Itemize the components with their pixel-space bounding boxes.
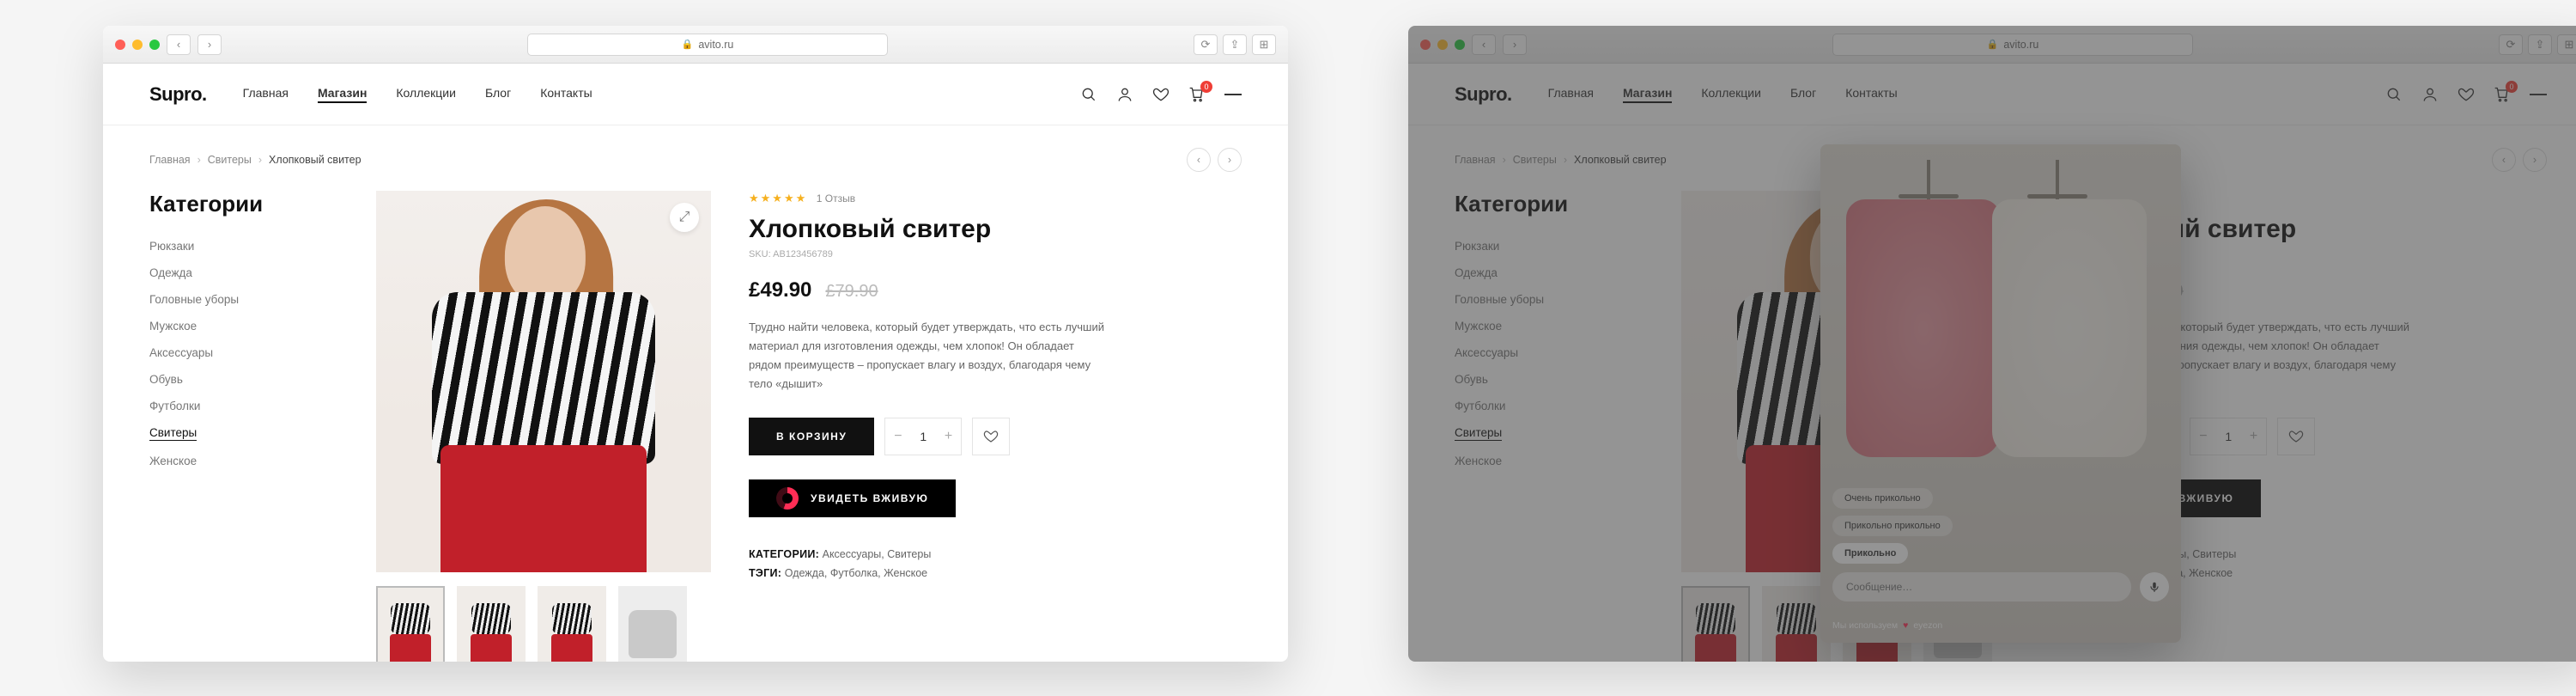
address-text: avito.ru xyxy=(698,39,733,51)
nav-collections[interactable]: Коллекции xyxy=(396,86,456,103)
prev-product-button[interactable]: ‹ xyxy=(1187,148,1211,172)
next-product-button[interactable]: › xyxy=(1218,148,1242,172)
product-thumbnail[interactable] xyxy=(618,586,687,662)
breadcrumb-current: Хлопковый свитер xyxy=(269,154,361,166)
review-count[interactable]: 1 Отзыв xyxy=(817,192,855,205)
modal-overlay[interactable] xyxy=(1408,26,2576,662)
site-header: Supro. Главная Магазин Коллекции Блог Ко… xyxy=(103,64,1288,125)
product-thumbnail[interactable] xyxy=(376,586,445,662)
product-price: £49.90 xyxy=(749,278,811,302)
quantity-value: 1 xyxy=(920,430,927,443)
menu-icon[interactable] xyxy=(1224,86,1242,103)
add-to-cart-button[interactable]: В КОРЗИНУ xyxy=(749,418,874,455)
nav-blog[interactable]: Блог xyxy=(485,86,511,103)
category-sidebar: Категории Рюкзаки Одежда Головные уборы … xyxy=(149,191,338,662)
browser-share-button[interactable]: ⇪ xyxy=(1223,34,1247,55)
product-sku: SKU: AB123456789 xyxy=(749,249,1242,259)
cart-icon[interactable]: 0 xyxy=(1188,86,1206,103)
sidebar-heading: Категории xyxy=(149,191,338,217)
product-title: Хлопковый свитер xyxy=(749,215,1242,244)
window-close-dot[interactable] xyxy=(115,40,125,50)
meta-tags[interactable]: Одежда, Футболка, Женское xyxy=(785,567,927,579)
wishlist-button[interactable] xyxy=(972,418,1010,455)
product-details: ★★★★★ 1 Отзыв Хлопковый свитер SKU: AB12… xyxy=(749,191,1242,662)
product-gallery: ⤢ xyxy=(376,191,711,662)
browser-tabs-button[interactable]: ⊞ xyxy=(1252,34,1276,55)
product-old-price: £79.90 xyxy=(825,282,878,302)
product-main-image[interactable]: ⤢ xyxy=(376,191,711,572)
browser-back-button[interactable]: ‹ xyxy=(167,34,191,55)
star-icon: ★★★★★ xyxy=(749,192,807,205)
quantity-increase-button[interactable]: + xyxy=(945,429,952,444)
thumbnail-row xyxy=(376,586,711,662)
page-body: Главная › Свитеры › Хлопковый свитер ‹ ›… xyxy=(103,125,1288,662)
category-link[interactable]: Головные уборы xyxy=(149,293,338,306)
category-link[interactable]: Обувь xyxy=(149,373,338,386)
category-link[interactable]: Футболки xyxy=(149,400,338,412)
live-dot-icon xyxy=(776,487,799,510)
cart-badge: 0 xyxy=(1200,81,1212,93)
browser-titlebar: ‹ › 🔒 avito.ru ⟳ ⇪ ⊞ xyxy=(103,26,1288,64)
lock-icon: 🔒 xyxy=(682,39,694,50)
product-description: Трудно найти человека, который будет утв… xyxy=(749,318,1109,394)
window-minimize-dot[interactable] xyxy=(132,40,143,50)
browser-window-left: ‹ › 🔒 avito.ru ⟳ ⇪ ⊞ Supro. Главная Мага… xyxy=(103,26,1288,662)
breadcrumb: Главная › Свитеры › Хлопковый свитер xyxy=(149,154,361,166)
browser-window-right: ‹ › 🔒 avito.ru ⟳ ⇪ ⊞ Supro. Главная Мага… xyxy=(1408,26,2576,662)
browser-reload-button[interactable]: ⟳ xyxy=(1194,34,1218,55)
quantity-stepper[interactable]: − 1 + xyxy=(884,418,962,455)
nav-home[interactable]: Главная xyxy=(243,86,289,103)
window-zoom-dot[interactable] xyxy=(149,40,160,50)
product-thumbnail[interactable] xyxy=(457,586,526,662)
category-link[interactable]: Мужское xyxy=(149,320,338,333)
site-logo[interactable]: Supro. xyxy=(149,83,207,106)
product-meta: КАТЕГОРИИ: Аксессуары, Свитеры ТЭГИ: Оде… xyxy=(749,548,1242,579)
product-pager: ‹ › xyxy=(1187,148,1242,172)
main-nav: Главная Магазин Коллекции Блог Контакты xyxy=(243,86,592,103)
category-link[interactable]: Женское xyxy=(149,455,338,467)
nav-contacts[interactable]: Контакты xyxy=(540,86,592,103)
meta-categories[interactable]: Аксессуары, Свитеры xyxy=(823,548,932,560)
window-traffic-lights xyxy=(115,40,160,50)
product-thumbnail[interactable] xyxy=(538,586,606,662)
nav-shop[interactable]: Магазин xyxy=(318,86,367,103)
address-bar[interactable]: 🔒 avito.ru xyxy=(527,34,888,56)
category-link[interactable]: Одежда xyxy=(149,266,338,279)
category-link[interactable]: Аксессуары xyxy=(149,346,338,359)
search-icon[interactable] xyxy=(1080,86,1097,103)
breadcrumb-item[interactable]: Свитеры xyxy=(208,154,252,166)
address-bar-zone: 🔒 avito.ru xyxy=(228,34,1187,56)
expand-image-icon[interactable]: ⤢ xyxy=(670,203,699,232)
wishlist-icon[interactable] xyxy=(1152,86,1170,103)
category-link-active[interactable]: Свитеры xyxy=(149,426,197,441)
product-section: ⤢ ★★★★★ 1 Отзыв Хлопковый свитер xyxy=(376,191,1242,662)
breadcrumb-row: Главная › Свитеры › Хлопковый свитер ‹ › xyxy=(149,148,1242,172)
browser-forward-button[interactable]: › xyxy=(197,34,222,55)
breadcrumb-item[interactable]: Главная xyxy=(149,154,191,166)
live-view-button[interactable]: УВИДЕТЬ ВЖИВУЮ xyxy=(749,479,956,517)
account-icon[interactable] xyxy=(1116,86,1133,103)
category-link[interactable]: Рюкзаки xyxy=(149,240,338,253)
quantity-decrease-button[interactable]: − xyxy=(894,429,902,444)
